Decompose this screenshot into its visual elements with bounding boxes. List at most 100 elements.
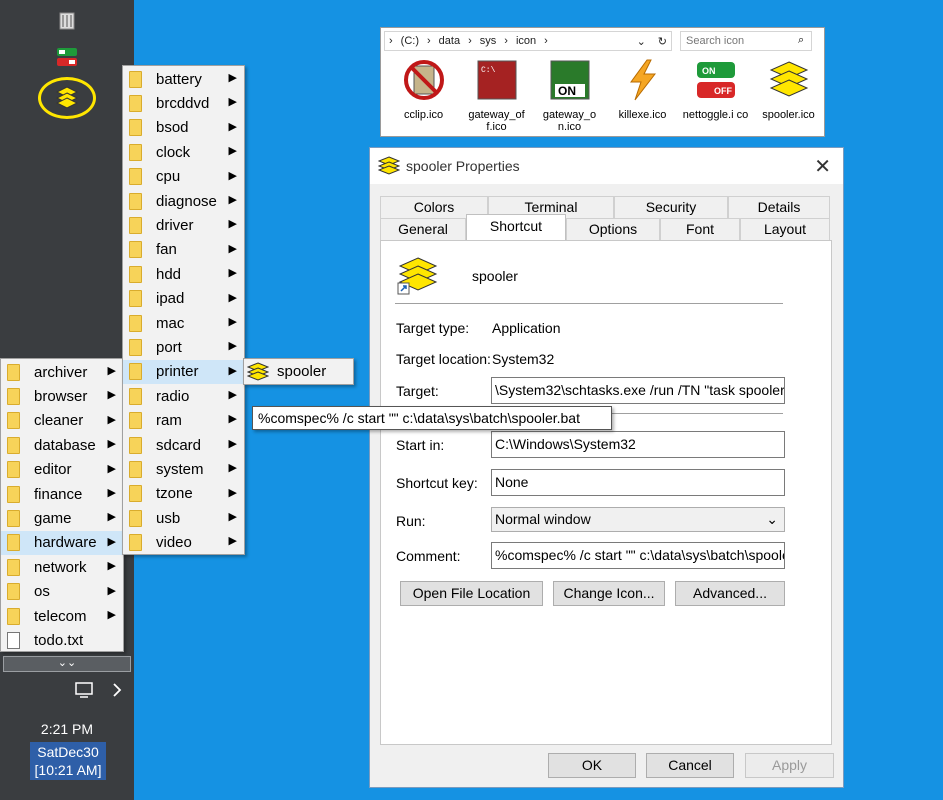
start-menu: archiver ▶ browser ▶ cleaner ▶ database ▶ editor…: [0, 358, 124, 652]
menu-item-radio[interactable]: radio ▶: [123, 384, 244, 408]
menu-item-diagnose[interactable]: diagnose ▶: [123, 189, 244, 213]
menu-item-archiver[interactable]: archiver ▶: [1, 360, 123, 384]
path-segment[interactable]: icon: [516, 35, 536, 47]
nav-arrow-icon[interactable]: ›: [389, 35, 393, 47]
menu-item-battery[interactable]: battery ▶: [123, 67, 244, 91]
folder-icon: [129, 314, 142, 332]
comment-field[interactable]: %comspec% /c start "" c:\data\sys\batch\…: [491, 542, 785, 569]
dialog-titlebar[interactable]: spooler Properties ✕: [370, 148, 843, 184]
submenu-arrow-icon: ▶: [107, 486, 116, 499]
spooler-taskbar-icon[interactable]: [0, 85, 134, 109]
menu-item-printer[interactable]: printer ▶: [123, 359, 244, 385]
target-field[interactable]: \System32\schtasks.exe /run /TN "task sp…: [491, 377, 785, 404]
dialog-title: spooler Properties: [406, 158, 520, 174]
explorer-window: › (C:) › data › sys › icon › ⌄ ↻ Search …: [380, 27, 825, 137]
menu-item-label: browser: [34, 388, 88, 406]
menu-item-telecom[interactable]: telecom ▶: [1, 604, 123, 628]
folder-icon: [129, 168, 142, 186]
dropdown-icon[interactable]: ⌄: [637, 35, 646, 48]
monitor-icon[interactable]: [22, 681, 156, 699]
taskbar-time[interactable]: 2:21 PM: [0, 721, 134, 737]
menu-item-editor[interactable]: editor ▶: [1, 458, 123, 482]
menu-item-spooler[interactable]: spooler: [244, 359, 353, 384]
menu-item-driver[interactable]: driver ▶: [123, 213, 244, 237]
menu-item-cpu[interactable]: cpu ▶: [123, 165, 244, 189]
file-item[interactable]: cclip.ico: [387, 58, 460, 133]
path-segment[interactable]: data: [439, 35, 460, 47]
spooler-icon: [769, 61, 808, 97]
menu-item-bsod[interactable]: bsod ▶: [123, 116, 244, 140]
menu-item-database[interactable]: database ▶: [1, 433, 123, 457]
submenu-arrow-icon: ▶: [228, 96, 237, 109]
tab-details[interactable]: Details: [728, 196, 830, 218]
menu-item-label: hdd: [156, 265, 182, 283]
menu-item-system[interactable]: system ▶: [123, 457, 244, 481]
tab-options[interactable]: Options: [566, 218, 660, 240]
menu-item-ram[interactable]: ram ▶: [123, 408, 244, 432]
menu-item-hdd[interactable]: hdd ▶: [123, 262, 244, 286]
submenu-arrow-icon: ▶: [228, 462, 237, 475]
file-item[interactable]: ON OFF nettoggle.i co: [679, 58, 752, 133]
folder-icon: [129, 387, 142, 405]
folder-icon: [129, 265, 142, 283]
file-item[interactable]: C:\ gateway_of f.ico: [460, 58, 533, 133]
menu-item-todo-txt[interactable]: todo.txt: [1, 628, 123, 652]
menu-item-browser[interactable]: browser ▶: [1, 384, 123, 408]
folder-icon: [7, 485, 20, 503]
tab-general[interactable]: General: [380, 218, 466, 240]
cancel-button[interactable]: Cancel: [646, 753, 734, 778]
menu-item-network[interactable]: network ▶: [1, 555, 123, 579]
menu-item-sdcard[interactable]: sdcard ▶: [123, 433, 244, 457]
path-segment[interactable]: sys: [480, 35, 497, 47]
menu-item-tzone[interactable]: tzone ▶: [123, 482, 244, 506]
folder-icon: [129, 290, 142, 308]
submenu-arrow-icon: ▶: [228, 340, 237, 353]
path-segment[interactable]: (C:): [401, 35, 419, 47]
memory-icon[interactable]: [0, 11, 134, 31]
advanced-button[interactable]: Advanced...: [675, 581, 785, 606]
submenu-arrow-icon: ▶: [228, 511, 237, 524]
menu-item-cleaner[interactable]: cleaner ▶: [1, 409, 123, 433]
tab-shortcut[interactable]: Shortcut: [466, 214, 566, 240]
tab-security[interactable]: Security: [614, 196, 728, 218]
open-file-location-button[interactable]: Open File Location: [400, 581, 543, 606]
change-icon-button[interactable]: Change Icon...: [553, 581, 665, 606]
submenu-arrow-icon: ▶: [107, 438, 116, 451]
close-icon[interactable]: ✕: [814, 154, 831, 179]
file-item[interactable]: killexe.ico: [606, 58, 679, 133]
toggle-icon[interactable]: [0, 46, 134, 68]
refresh-icon[interactable]: ↻: [658, 35, 667, 48]
address-bar[interactable]: › (C:) › data › sys › icon › ⌄ ↻: [384, 31, 672, 51]
submenu-arrow-icon: ▶: [228, 315, 237, 328]
menu-item-port[interactable]: port ▶: [123, 335, 244, 359]
start-in-field[interactable]: C:\Windows\System32: [491, 431, 785, 458]
taskbar-date[interactable]: SatDec30 [10:21 AM]: [30, 742, 106, 780]
ok-button[interactable]: OK: [548, 753, 636, 778]
menu-item-game[interactable]: game ▶: [1, 506, 123, 530]
folder-icon: [129, 241, 142, 259]
time-line: [10:21 AM]: [34, 762, 102, 778]
menu-item-mac[interactable]: mac ▶: [123, 311, 244, 335]
path-sep-icon: ›: [468, 35, 472, 47]
file-item[interactable]: ON gateway_o n.ico: [533, 58, 606, 133]
tab-font[interactable]: Font: [660, 218, 740, 240]
file-item[interactable]: spooler.ico: [752, 58, 825, 133]
submenu-arrow-icon: ▶: [228, 120, 237, 133]
menu-item-clock[interactable]: clock ▶: [123, 140, 244, 164]
menu-item-os[interactable]: os ▶: [1, 580, 123, 604]
menu-item-video[interactable]: video ▶: [123, 530, 244, 554]
apply-button[interactable]: Apply: [745, 753, 834, 778]
menu-item-ipad[interactable]: ipad ▶: [123, 287, 244, 311]
menu-item-usb[interactable]: usb ▶: [123, 506, 244, 530]
shortcut-key-field[interactable]: None: [491, 469, 785, 496]
svg-text:C:\: C:\: [481, 66, 496, 75]
menu-item-fan[interactable]: fan ▶: [123, 238, 244, 262]
tab-layout[interactable]: Layout: [740, 218, 830, 240]
search-input[interactable]: Search icon: [680, 31, 812, 51]
menu-item-hardware[interactable]: hardware ▶: [1, 530, 123, 556]
menu-item-finance[interactable]: finance ▶: [1, 482, 123, 506]
expand-menu-button[interactable]: ⌄⌄: [3, 656, 131, 672]
run-select[interactable]: Normal window ⌄: [491, 507, 785, 532]
svg-text:ON: ON: [702, 66, 716, 76]
menu-item-brcddvd[interactable]: brcddvd ▶: [123, 91, 244, 115]
